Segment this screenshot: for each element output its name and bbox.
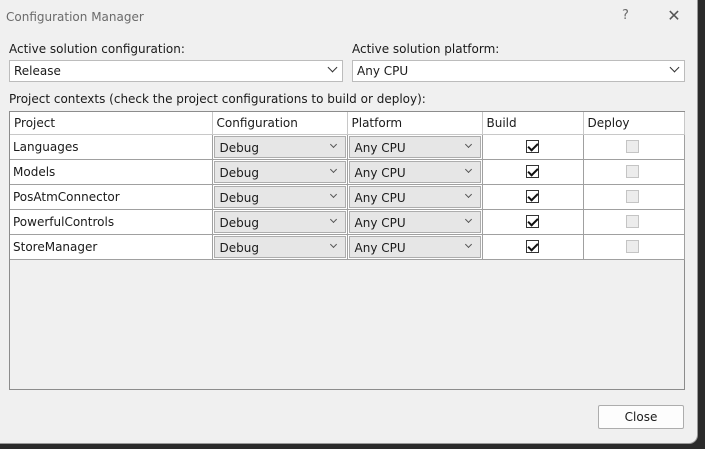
build-cell (482, 134, 584, 160)
platform-cell: Any CPU (347, 209, 483, 235)
chevron-down-icon (331, 192, 336, 197)
active-platform-dropdown[interactable]: Any CPU (352, 60, 685, 82)
chevron-down-icon (466, 192, 471, 197)
platform-cell: Any CPU (347, 234, 483, 260)
chevron-down-icon (329, 64, 336, 71)
deploy-checkbox (625, 190, 639, 203)
project-configuration-dropdown[interactable]: Debug (213, 161, 346, 183)
project-configuration-dropdown[interactable]: Debug (213, 136, 346, 158)
project-platform-dropdown[interactable]: Any CPU (348, 161, 481, 183)
project-contexts-grid: Project Configuration Platform Build Dep… (9, 111, 685, 390)
project-platform-value: Any CPU (354, 166, 406, 180)
table-row: StoreManager Debug Any CPU (10, 234, 685, 260)
project-configuration-dropdown[interactable]: Debug (213, 236, 346, 258)
column-header-platform[interactable]: Platform (347, 112, 483, 135)
project-configuration-dropdown[interactable]: Debug (213, 186, 346, 208)
chevron-down-icon (466, 142, 471, 147)
project-platform-dropdown[interactable]: Any CPU (348, 136, 481, 158)
project-configuration-value: Debug (219, 191, 259, 205)
project-name-cell: PowerfulControls (10, 209, 213, 235)
help-icon[interactable]: ? (622, 8, 629, 23)
column-header-deploy[interactable]: Deploy (583, 112, 685, 135)
deploy-checkbox (625, 165, 639, 178)
project-platform-dropdown[interactable]: Any CPU (348, 186, 481, 208)
table-row: PosAtmConnector Debug Any CPU (10, 184, 685, 210)
build-cell (482, 159, 584, 185)
chevron-down-icon (331, 242, 336, 247)
build-checkbox[interactable] (525, 215, 539, 228)
table-header-row: Project Configuration Platform Build Dep… (10, 112, 685, 135)
project-platform-value: Any CPU (354, 216, 406, 230)
project-name-cell: StoreManager (10, 234, 213, 260)
column-header-project[interactable]: Project (10, 112, 213, 135)
build-checkbox[interactable] (525, 165, 539, 178)
title-bar: Configuration Manager ? ✕ (0, 0, 697, 36)
project-platform-value: Any CPU (354, 241, 406, 255)
project-contexts-table: Project Configuration Platform Build Dep… (10, 112, 685, 260)
deploy-checkbox (625, 215, 639, 228)
chevron-down-icon (466, 242, 471, 247)
column-header-configuration[interactable]: Configuration (212, 112, 348, 135)
project-configuration-value: Debug (219, 241, 259, 255)
deploy-checkbox (625, 240, 639, 253)
table-row: PowerfulControls Debug Any CPU (10, 209, 685, 235)
build-cell (482, 209, 584, 235)
chevron-down-icon (331, 142, 336, 147)
window-title: Configuration Manager (6, 10, 144, 24)
close-icon[interactable]: ✕ (662, 5, 686, 27)
deploy-checkbox (625, 140, 639, 153)
project-name-cell: PosAtmConnector (10, 184, 213, 210)
deploy-cell (583, 159, 685, 185)
active-config-label: Active solution configuration: (9, 42, 185, 56)
build-checkbox[interactable] (525, 240, 539, 253)
project-configuration-value: Debug (219, 166, 259, 180)
chevron-down-icon (331, 167, 336, 172)
active-platform-label: Active solution platform: (352, 42, 500, 56)
chevron-down-icon (466, 217, 471, 222)
build-checkbox[interactable] (525, 190, 539, 203)
project-platform-value: Any CPU (354, 141, 406, 155)
project-configuration-value: Debug (219, 216, 259, 230)
configuration-cell: Debug (212, 184, 348, 210)
table-row: Languages Debug Any CPU (10, 134, 685, 160)
platform-cell: Any CPU (347, 184, 483, 210)
project-platform-dropdown[interactable]: Any CPU (348, 236, 481, 258)
chevron-down-icon (331, 217, 336, 222)
deploy-cell (583, 134, 685, 160)
project-platform-dropdown[interactable]: Any CPU (348, 211, 481, 233)
configuration-cell: Debug (212, 159, 348, 185)
active-platform-value: Any CPU (357, 64, 409, 78)
configuration-cell: Debug (212, 134, 348, 160)
configuration-cell: Debug (212, 209, 348, 235)
build-checkbox[interactable] (525, 140, 539, 153)
configuration-manager-dialog: Configuration Manager ? ✕ Active solutio… (0, 0, 697, 443)
project-platform-value: Any CPU (354, 191, 406, 205)
close-button[interactable]: Close (598, 405, 684, 429)
configuration-cell: Debug (212, 234, 348, 260)
project-configuration-dropdown[interactable]: Debug (213, 211, 346, 233)
table-row: Models Debug Any CPU (10, 159, 685, 185)
deploy-cell (583, 209, 685, 235)
chevron-down-icon (466, 167, 471, 172)
build-cell (482, 234, 584, 260)
platform-cell: Any CPU (347, 134, 483, 160)
active-config-dropdown[interactable]: Release (9, 60, 343, 82)
build-cell (482, 184, 584, 210)
chevron-down-icon (671, 64, 678, 71)
active-config-value: Release (14, 64, 61, 78)
deploy-cell (583, 234, 685, 260)
column-header-build[interactable]: Build (482, 112, 584, 135)
project-contexts-label: Project contexts (check the project conf… (9, 92, 426, 106)
deploy-cell (583, 184, 685, 210)
platform-cell: Any CPU (347, 159, 483, 185)
project-configuration-value: Debug (219, 141, 259, 155)
project-name-cell: Languages (10, 134, 213, 160)
project-name-cell: Models (10, 159, 213, 185)
